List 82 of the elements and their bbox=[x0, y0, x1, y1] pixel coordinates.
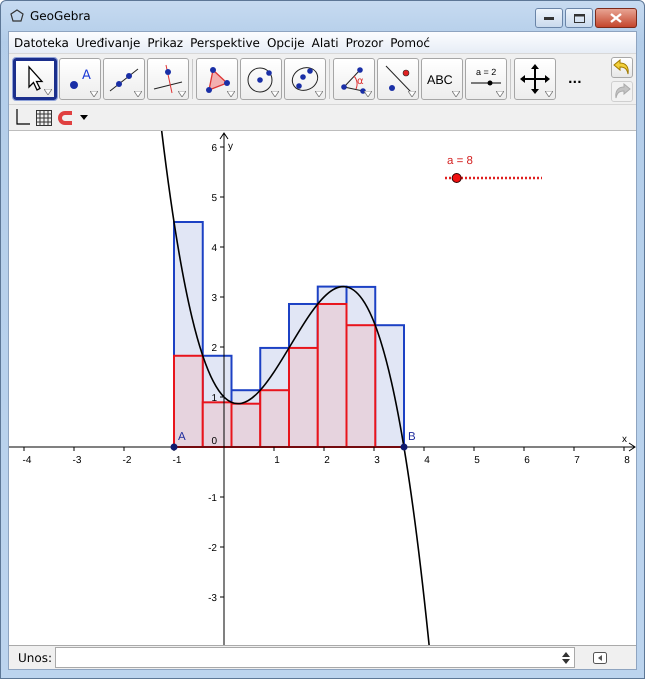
caret-icon[interactable] bbox=[80, 114, 88, 120]
axis-tick-label: -3 bbox=[72, 455, 82, 466]
window-title: GeoGebra bbox=[30, 9, 91, 23]
tool-button[interactable] bbox=[284, 58, 326, 100]
maximize-button[interactable] bbox=[565, 8, 593, 28]
axis-label: x bbox=[622, 434, 627, 445]
close-icon bbox=[610, 13, 622, 23]
menu-item[interactable]: Opcije bbox=[264, 36, 309, 50]
tool-button[interactable] bbox=[377, 58, 419, 100]
axis-tick-label: 4 bbox=[424, 455, 430, 466]
dropdown-triangle-icon bbox=[364, 91, 372, 97]
menu-item[interactable]: Pomoć bbox=[387, 36, 434, 50]
axis-tick-label: -1 bbox=[172, 455, 182, 466]
redo-icon bbox=[613, 83, 631, 99]
tool-button[interactable] bbox=[196, 58, 238, 100]
menu-item[interactable]: Prikaz bbox=[144, 36, 188, 50]
axis-tick-label: 2 bbox=[324, 455, 330, 466]
dropdown-triangle-icon bbox=[452, 91, 460, 97]
maximize-icon bbox=[574, 14, 584, 22]
undo-button[interactable] bbox=[611, 56, 633, 78]
axis-tick-label: 1 bbox=[274, 455, 280, 466]
dropdown-triangle-icon bbox=[545, 91, 553, 97]
axis-tick-label: 5 bbox=[211, 193, 217, 204]
minimize-icon bbox=[544, 16, 554, 20]
dropdown-triangle-icon bbox=[44, 89, 52, 95]
axis-label: y bbox=[228, 141, 233, 152]
toggle-panel-button[interactable] bbox=[591, 650, 610, 666]
tool-button[interactable] bbox=[240, 58, 282, 100]
menu-item[interactable]: Perspektive bbox=[187, 36, 264, 50]
dropdown-triangle-icon bbox=[271, 91, 279, 97]
axis-tick-label: -2 bbox=[208, 543, 217, 554]
axis-tick-label: 2 bbox=[211, 343, 217, 354]
close-button[interactable] bbox=[595, 8, 637, 28]
origin-label: 0 bbox=[211, 436, 217, 447]
point-label: A bbox=[178, 431, 186, 443]
grid-icon[interactable] bbox=[36, 110, 52, 126]
axes-icon[interactable] bbox=[14, 108, 30, 126]
axis-tick-label: -4 bbox=[22, 455, 32, 466]
axis-tick-label: -3 bbox=[208, 593, 217, 604]
input-label: Unos: bbox=[18, 650, 52, 664]
menu-item[interactable]: Prozor bbox=[342, 36, 388, 50]
input-field[interactable] bbox=[55, 647, 576, 668]
dropdown-triangle-icon bbox=[496, 91, 504, 97]
dropdown-triangle-icon bbox=[408, 91, 416, 97]
lower-sum-rectangle bbox=[230, 402, 262, 448]
menu-item[interactable]: Datoteka bbox=[11, 36, 73, 50]
axis-tick-label: 1 bbox=[211, 393, 217, 404]
dropdown-triangle-icon bbox=[134, 91, 142, 97]
axis-tick-label: 4 bbox=[211, 243, 217, 254]
move-arrows-icon bbox=[519, 63, 551, 95]
axis-tick-label: -1 bbox=[208, 493, 217, 504]
slider-thumb[interactable] bbox=[452, 173, 462, 183]
point bbox=[170, 444, 178, 450]
magnet-icon[interactable] bbox=[58, 110, 74, 124]
dropdown-triangle-icon bbox=[178, 91, 186, 97]
history-arrows-icon[interactable] bbox=[562, 652, 570, 664]
tool-button[interactable] bbox=[103, 58, 145, 100]
axis-tick-label: 5 bbox=[474, 455, 480, 466]
dropdown-triangle-icon bbox=[315, 91, 323, 97]
slider-track[interactable] bbox=[445, 173, 542, 183]
axis-tick-label: 8 bbox=[624, 455, 630, 466]
tool-button[interactable] bbox=[147, 58, 189, 100]
axis-tick-label: -2 bbox=[122, 455, 132, 466]
slider-label: a = 8 bbox=[447, 155, 473, 167]
dropdown-triangle-icon bbox=[90, 91, 98, 97]
axis-tick-label: 6 bbox=[211, 143, 217, 154]
dropdown-triangle-icon bbox=[227, 91, 235, 97]
minimize-button[interactable] bbox=[535, 8, 563, 28]
axis-tick-label: 7 bbox=[574, 455, 580, 466]
tool-button[interactable] bbox=[514, 58, 556, 100]
menu-item[interactable]: Uređivanje bbox=[72, 36, 144, 50]
point bbox=[400, 444, 408, 450]
point-label: B bbox=[408, 431, 416, 443]
undo-icon bbox=[613, 59, 631, 75]
axis-tick-label: 3 bbox=[374, 455, 380, 466]
tool-button[interactable] bbox=[13, 58, 57, 100]
axis-tick-label: 3 bbox=[211, 293, 217, 304]
more-tools-button[interactable]: ... bbox=[568, 72, 582, 86]
axis-tick-label: 6 bbox=[524, 455, 530, 466]
app-icon bbox=[9, 8, 25, 24]
menu-item[interactable]: Alati bbox=[308, 36, 343, 50]
perpendicular-line-icon bbox=[152, 63, 184, 95]
